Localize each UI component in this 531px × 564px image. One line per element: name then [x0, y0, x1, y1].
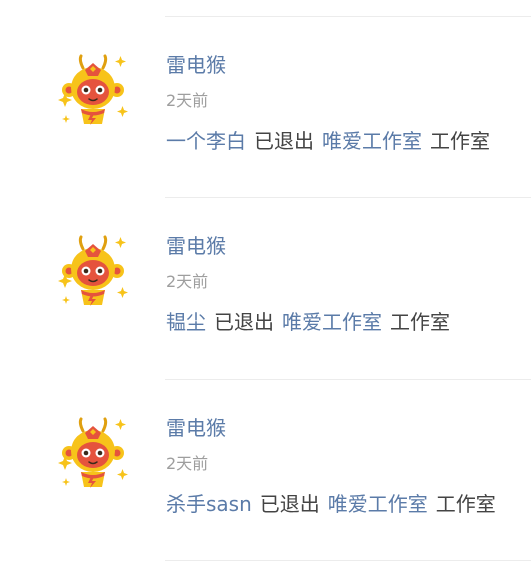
feed-item: 雷电猴 2天前 韫尘 已退出 唯爱工作室 工作室	[0, 197, 531, 379]
timestamp: 2天前	[166, 91, 209, 110]
user-link[interactable]: 韫尘	[166, 310, 206, 334]
group-suffix: 工作室	[390, 310, 450, 334]
group-suffix: 工作室	[435, 492, 496, 516]
activity-feed: 雷电猴 2天前 一个李白 已退出 唯爱工作室 工作室 雷电猴 2天前 韫尘 已退…	[0, 0, 531, 564]
user-link[interactable]: 杀手sasn	[166, 492, 252, 516]
activity-text: 一个李白 已退出 唯爱工作室 工作室	[166, 128, 498, 154]
timestamp: 2天前	[166, 454, 209, 473]
user-link[interactable]: 一个李白	[166, 129, 246, 153]
timestamp: 2天前	[166, 272, 209, 291]
action-text: 已退出	[259, 492, 320, 516]
group-link[interactable]: 唯爱工作室	[322, 129, 422, 153]
feed-item: 雷电猴 2天前 杀手sasn 已退出 唯爱工作室 工作室	[0, 379, 531, 561]
group-suffix: 工作室	[430, 129, 490, 153]
activity-text: 杀手sasn 已退出 唯爱工作室 工作室	[166, 491, 504, 517]
activity-text: 韫尘 已退出 唯爱工作室 工作室	[166, 309, 458, 335]
divider	[165, 560, 531, 561]
author-name[interactable]: 雷电猴	[166, 415, 226, 441]
feed-item: 雷电猴 2天前 一个李白 已退出 唯爱工作室 工作室	[0, 16, 531, 198]
action-text: 已退出	[254, 129, 314, 153]
action-text: 已退出	[214, 310, 274, 334]
group-link[interactable]: 唯爱工作室	[282, 310, 382, 334]
author-name[interactable]: 雷电猴	[166, 52, 226, 78]
monkey-avatar-icon[interactable]	[55, 233, 131, 309]
monkey-avatar-icon[interactable]	[55, 415, 131, 491]
group-link[interactable]: 唯爱工作室	[328, 492, 428, 516]
author-name[interactable]: 雷电猴	[166, 233, 226, 259]
monkey-avatar-icon[interactable]	[55, 52, 131, 128]
